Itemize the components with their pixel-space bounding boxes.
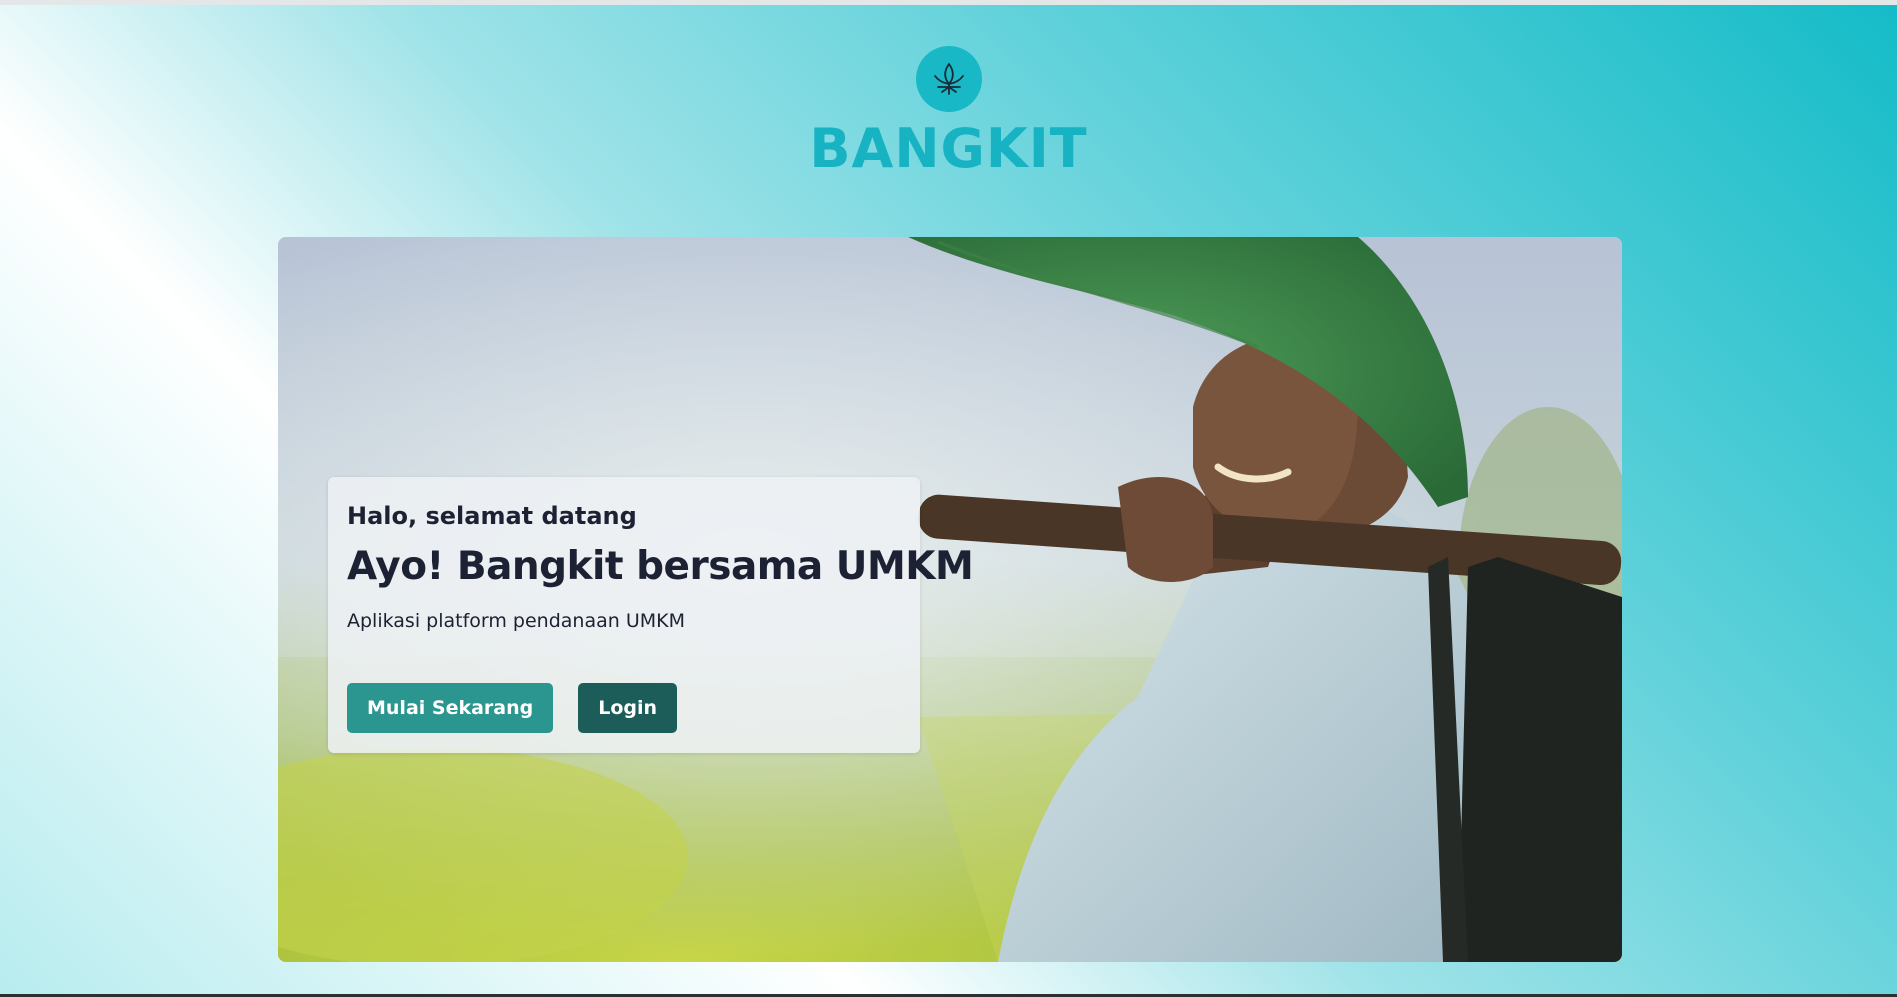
start-now-button[interactable]: Mulai Sekarang	[347, 683, 554, 733]
brand-logo	[915, 46, 982, 112]
login-button[interactable]: Login	[578, 683, 678, 733]
hero-subtitle: Aplikasi platform pendanaan UMKM	[347, 610, 685, 632]
brand-name: BANGKIT	[809, 117, 1088, 180]
hero-banner: Halo, selamat datang Ayo! Bangkit bersam…	[278, 237, 1622, 962]
hero-actions: Mulai Sekarang Login	[347, 683, 678, 733]
lotus-icon	[933, 63, 964, 95]
top-strip	[0, 0, 1897, 5]
landing-page: BANGKIT Halo, selamat datang Ayo! Bangki…	[0, 0, 1897, 997]
greeting-text: Halo, selamat datang	[347, 502, 637, 530]
hero-headline: Ayo! Bangkit bersama UMKM	[347, 544, 974, 589]
welcome-card: Halo, selamat datang Ayo! Bangkit bersam…	[328, 477, 974, 753]
brand-header: BANGKIT	[0, 46, 1897, 180]
